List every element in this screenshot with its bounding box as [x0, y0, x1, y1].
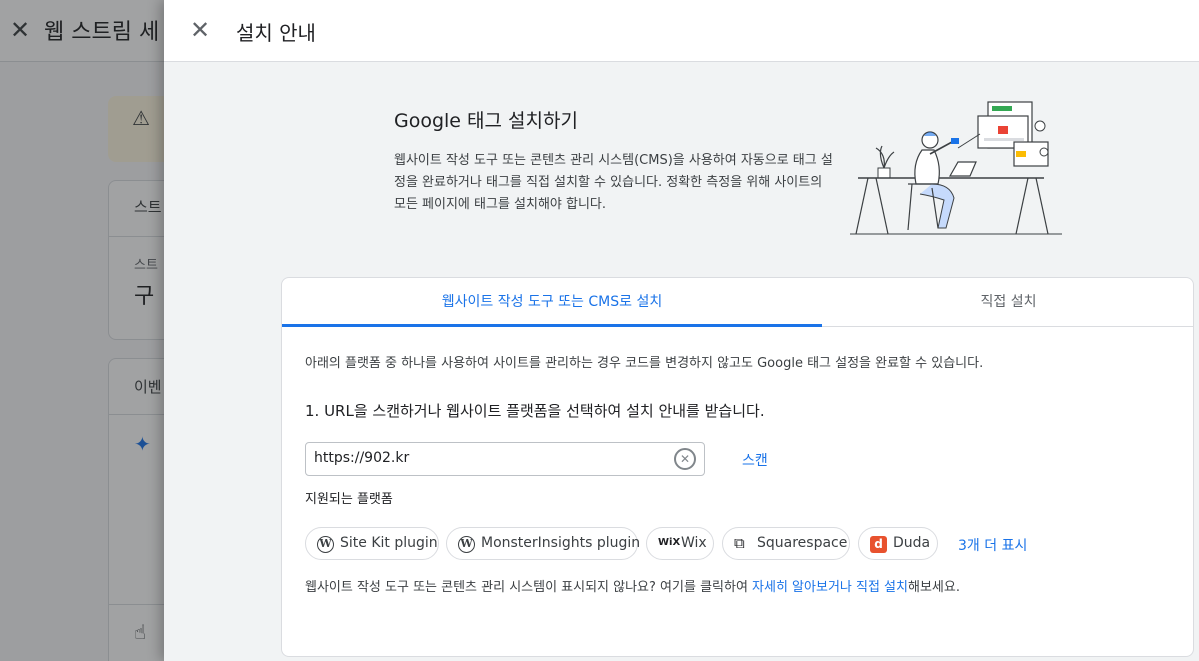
selected-tab-indicator: [282, 324, 822, 327]
installation-card: 웹사이트 작성 도구 또는 CMS로 설치 직접 설치 아래의 플랫폼 중 하나…: [281, 277, 1194, 657]
show-more-platforms-link[interactable]: 3개 더 표시: [958, 535, 1027, 555]
wordpress-icon: W: [317, 536, 334, 553]
url-input-value[interactable]: https://902.kr: [314, 450, 409, 466]
wordpress-icon: W: [458, 536, 475, 553]
platform-help-text: 웹사이트 작성 도구 또는 콘텐츠 관리 시스템이 표시되지 않나요? 여기를 …: [305, 576, 960, 595]
duda-icon: d: [870, 536, 887, 553]
browser-window-illustration: [957, 101, 1049, 167]
panel-title: 설치 안내: [236, 21, 316, 45]
help-text-prefix: 웹사이트 작성 도구 또는 콘텐츠 관리 시스템이 표시되지 않나요? 여기를 …: [305, 580, 753, 595]
tab-manual-install[interactable]: 직접 설치: [822, 278, 1193, 326]
platform-chip-label: Wix: [681, 535, 707, 551]
wix-icon: WiX: [658, 537, 681, 548]
clear-url-icon[interactable]: ✕: [674, 448, 696, 470]
person-at-desk-illustration: [850, 101, 1062, 235]
platform-chip-monsterinsights[interactable]: W MonsterInsights plugin: [446, 527, 641, 560]
platform-chip-label: MonsterInsights plugin: [481, 535, 641, 551]
squarespace-icon: ⧉: [734, 534, 745, 552]
help-text-suffix: 해보세요.: [907, 580, 960, 595]
person-illustration: [907, 131, 959, 231]
manual-install-link[interactable]: 직접 설치: [856, 580, 908, 595]
step-one-instruction: 1. URL을 스캔하거나 웹사이트 플랫폼을 선택하여 설치 안내를 받습니다…: [305, 402, 765, 420]
hero-description: 웹사이트 작성 도구 또는 콘텐츠 관리 시스템(CMS)을 사용하여 자동으로…: [394, 153, 833, 212]
platform-intro-text: 아래의 플랫폼 중 하나를 사용하여 사이트를 관리하는 경우 코드를 변경하지…: [305, 356, 984, 371]
plant-illustration: [875, 145, 895, 179]
platform-chip-label: Duda: [893, 535, 931, 551]
platform-chip-duda[interactable]: d Duda: [858, 527, 938, 560]
platform-chip-squarespace[interactable]: ⧉ Squarespace: [722, 527, 850, 560]
close-panel-button[interactable]: ✕: [188, 16, 212, 44]
panel-header: ✕ 설치 안내: [164, 0, 1199, 62]
installation-tabs: 웹사이트 작성 도구 또는 CMS로 설치 직접 설치: [282, 278, 1193, 327]
platform-chip-label: Site Kit plugin: [340, 535, 438, 551]
hero-title: Google 태그 설치하기: [394, 110, 578, 132]
platform-chip-label: Squarespace: [757, 535, 848, 551]
installation-guide-panel: ✕ 설치 안내 Google 태그 설치하기 웹사이트 작성 도구 또는 콘텐츠…: [164, 0, 1199, 661]
platform-chip-wix[interactable]: WiX Wix: [646, 527, 714, 560]
supported-platforms-label: 지원되는 플랫폼: [305, 492, 393, 507]
platform-chip-site-kit[interactable]: W Site Kit plugin: [305, 527, 439, 560]
website-url-field[interactable]: https://902.kr ✕: [305, 442, 705, 476]
learn-more-link[interactable]: 자세히 알아보거나: [752, 580, 852, 595]
scan-button[interactable]: 스캔: [742, 450, 768, 470]
tab-cms-install[interactable]: 웹사이트 작성 도구 또는 CMS로 설치: [282, 278, 822, 326]
